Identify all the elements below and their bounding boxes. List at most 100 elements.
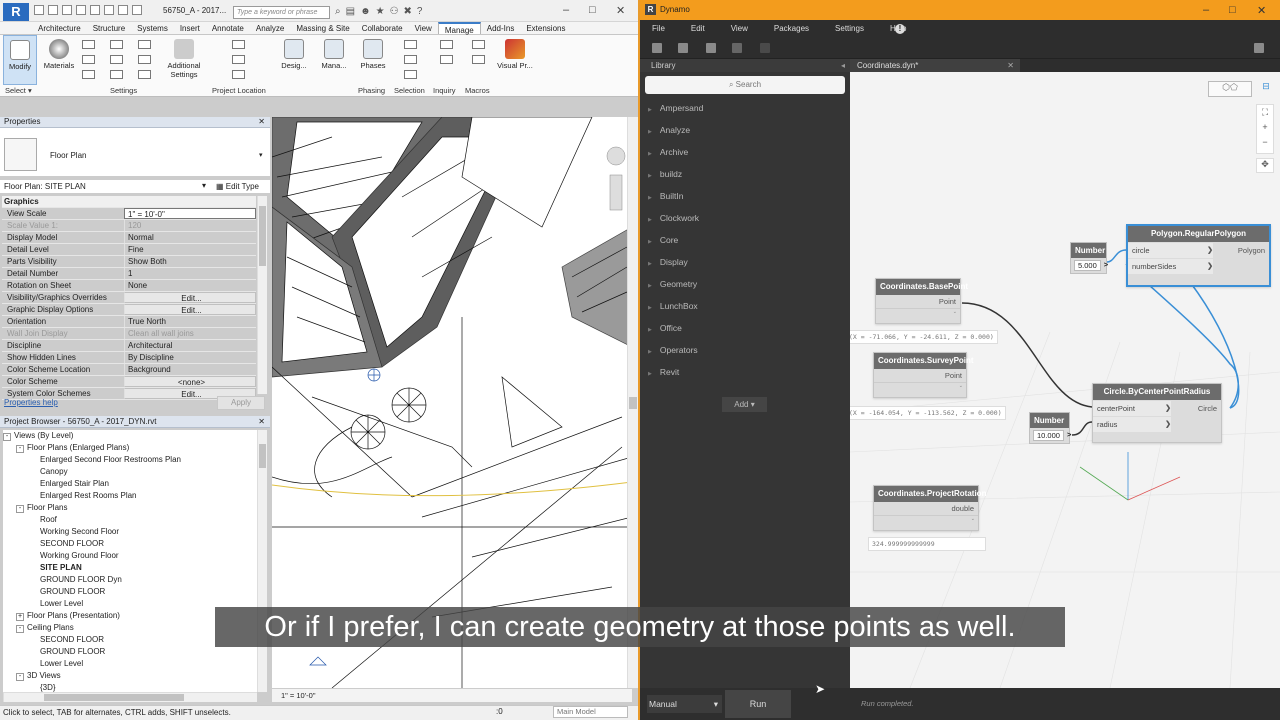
input-port-numbersides[interactable]: numberSides ❯ xyxy=(1128,259,1213,274)
collapse-icon[interactable]: - xyxy=(3,433,11,441)
output-port[interactable]: Polygon xyxy=(1213,242,1269,275)
collapse-icon[interactable]: - xyxy=(16,505,24,513)
library-category[interactable]: ▶ Archive xyxy=(648,141,848,163)
tree-item[interactable]: {3D} xyxy=(3,682,257,692)
help-icon[interactable]: ? xyxy=(417,6,423,17)
coordinates-icon[interactable] xyxy=(232,55,245,64)
undo-icon[interactable] xyxy=(76,5,86,15)
select-dropdown[interactable]: Select ▾ xyxy=(5,86,32,95)
sync-icon[interactable] xyxy=(62,5,72,15)
output-port[interactable]: Point xyxy=(874,369,966,382)
tab-annotate[interactable]: Annotate xyxy=(206,22,250,34)
close-icon[interactable]: ✕ xyxy=(616,4,625,17)
graph-view-toggle[interactable]: ⊟ xyxy=(1254,81,1278,97)
number-value-input[interactable]: 5.000 xyxy=(1074,260,1101,271)
tree-item[interactable]: Working Second Floor xyxy=(3,526,257,538)
node-number-sides[interactable]: Number 5.000 > xyxy=(1070,242,1108,274)
node-base-point[interactable]: Coordinates.BasePoint Point ⌄ xyxy=(875,278,968,324)
chevron-down-icon[interactable]: ▾ xyxy=(259,151,263,159)
transfer-standards-icon[interactable] xyxy=(110,70,123,79)
minimize-icon[interactable]: – xyxy=(1203,4,1209,16)
subscription-icon[interactable]: ▤ xyxy=(346,6,355,17)
phases-button[interactable]: Phases xyxy=(357,35,389,85)
zoom-out-icon[interactable]: − xyxy=(1257,135,1273,150)
properties-scrollbar[interactable] xyxy=(257,196,267,394)
menu-view[interactable]: View xyxy=(731,20,748,38)
library-category[interactable]: ▶ BuiltIn xyxy=(648,185,848,207)
library-search-input[interactable]: ⌕ Search xyxy=(645,76,845,94)
canvas-scrollbar[interactable] xyxy=(627,117,638,688)
property-value[interactable]: <none> xyxy=(124,376,256,387)
library-category[interactable]: ▶ Core xyxy=(648,229,848,251)
property-value[interactable]: Background xyxy=(124,364,256,375)
tree-item[interactable]: Enlarged Rest Rooms Plan xyxy=(3,490,257,502)
exchange-icon[interactable]: ✖ xyxy=(404,6,412,17)
input-port-radius[interactable]: radius ❯ xyxy=(1093,417,1171,432)
maximize-icon[interactable]: □ xyxy=(589,4,596,16)
open-icon[interactable] xyxy=(34,5,44,15)
collapse-library-icon[interactable]: ◂ xyxy=(841,59,845,72)
node-circle-by-center[interactable]: Circle.ByCenterPointRadius centerPoint ❯ … xyxy=(1092,383,1222,443)
properties-help-link[interactable]: Properties help xyxy=(4,398,58,407)
property-value[interactable]: 1 xyxy=(124,268,256,279)
measure-icon[interactable] xyxy=(118,5,128,15)
collapse-icon[interactable]: - xyxy=(16,445,24,453)
tree-item[interactable]: SECOND FLOOR xyxy=(3,538,257,550)
tree-item[interactable]: Canopy xyxy=(3,466,257,478)
snaps-icon[interactable] xyxy=(82,55,95,64)
workspace-tab[interactable]: Coordinates.dyn* ✕ xyxy=(850,59,1020,72)
modify-button[interactable]: Modify xyxy=(3,35,37,85)
tab-add-ins[interactable]: Add-Ins xyxy=(481,22,521,34)
tree-item[interactable]: SITE PLAN xyxy=(3,562,257,574)
tab-view[interactable]: View xyxy=(409,22,438,34)
menu-packages[interactable]: Packages xyxy=(774,20,809,38)
tab-analyze[interactable]: Analyze xyxy=(250,22,290,34)
close-icon[interactable]: ✕ xyxy=(258,117,265,127)
node-survey-point[interactable]: Coordinates.SurveyPoint Point ⌄ xyxy=(873,352,974,398)
tree-item[interactable]: - Floor Plans (Enlarged Plans) xyxy=(3,442,257,454)
property-value[interactable]: By Discipline xyxy=(124,352,256,363)
output-port[interactable]: > xyxy=(1104,260,1108,271)
revit-app-menu-button[interactable]: R xyxy=(3,3,29,21)
design-options-button[interactable]: Desig... xyxy=(278,35,310,85)
graphics-section-header[interactable]: Graphics xyxy=(2,196,256,208)
macro-manager-icon[interactable] xyxy=(472,40,485,49)
property-value[interactable]: Normal xyxy=(124,232,256,243)
tree-item[interactable]: Enlarged Stair Plan xyxy=(3,478,257,490)
type-selector[interactable] xyxy=(0,128,270,177)
property-value[interactable]: Fine xyxy=(124,244,256,255)
tree-item[interactable]: Enlarged Second Floor Restrooms Plan xyxy=(3,454,257,466)
open-file-icon[interactable] xyxy=(678,43,688,53)
tab-systems[interactable]: Systems xyxy=(131,22,174,34)
zoom-in-icon[interactable]: + xyxy=(1257,120,1273,135)
menu-file[interactable]: File xyxy=(652,20,665,38)
tab-insert[interactable]: Insert xyxy=(174,22,206,34)
keyword-search-input[interactable]: Type a keyword or phrase xyxy=(233,6,330,19)
edit-type-button[interactable]: ▦ Edit Type xyxy=(216,181,259,193)
favorites-icon[interactable]: ★ xyxy=(376,6,385,17)
project-parameters-icon[interactable] xyxy=(110,40,123,49)
tab-structure[interactable]: Structure xyxy=(87,22,131,34)
geometry-view-toggle[interactable]: ⬡⬠ xyxy=(1208,81,1252,97)
purge-icon[interactable] xyxy=(138,40,151,49)
tab-collaborate[interactable]: Collaborate xyxy=(356,22,409,34)
maximize-icon[interactable]: □ xyxy=(1229,4,1236,16)
collapse-icon[interactable]: - xyxy=(16,673,24,681)
property-value[interactable]: 120 xyxy=(124,220,256,231)
apply-button[interactable]: Apply xyxy=(217,396,265,410)
redo-icon[interactable] xyxy=(760,43,770,53)
output-port[interactable]: double xyxy=(874,502,978,515)
tree-item[interactable]: GROUND FLOOR xyxy=(3,586,257,598)
location-icon[interactable] xyxy=(232,40,245,49)
project-info-icon[interactable] xyxy=(82,70,95,79)
object-styles-icon[interactable] xyxy=(82,40,95,49)
manage-project-button[interactable]: Mana... xyxy=(318,35,350,85)
close-icon[interactable]: ✕ xyxy=(1257,4,1266,17)
ids-of-selection-icon[interactable] xyxy=(440,40,453,49)
undo-icon[interactable] xyxy=(732,43,742,53)
tab-massing-site[interactable]: Massing & Site xyxy=(290,22,355,34)
communication-icon[interactable]: ☻ xyxy=(360,6,371,17)
expand-icon[interactable]: + xyxy=(16,613,24,621)
view-scale[interactable]: 1" = 10'-0" xyxy=(281,691,316,700)
tree-item[interactable]: GROUND FLOOR xyxy=(3,646,257,658)
